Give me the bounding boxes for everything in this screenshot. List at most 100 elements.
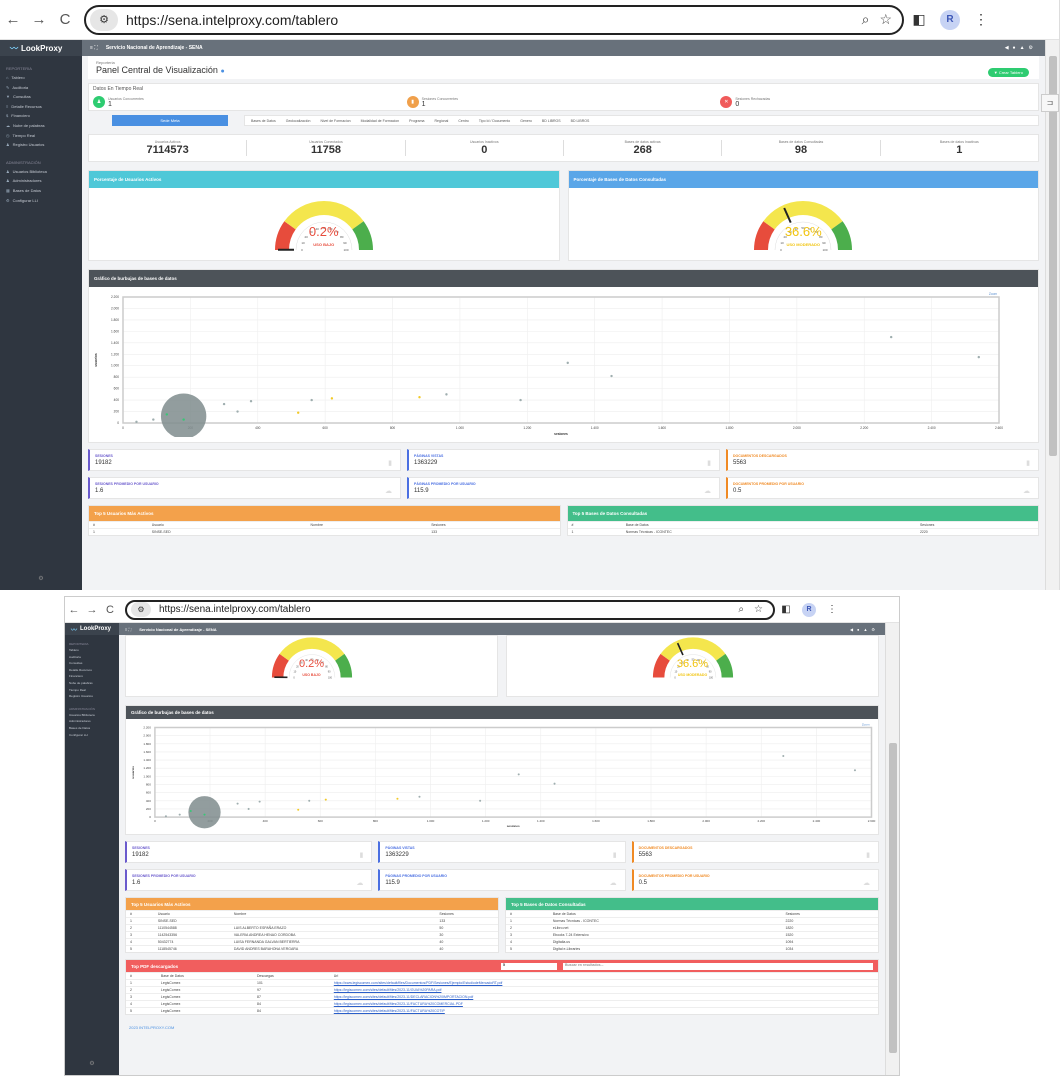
tab-modalidad-formacion[interactable]: Modalidad de Formacion — [361, 119, 400, 123]
bubble-point[interactable] — [324, 798, 327, 801]
back-icon[interactable]: ← — [0, 11, 26, 28]
sidebar-item[interactable]: $ Financiero — [0, 111, 82, 121]
tab-geolocalizacion[interactable]: Geolocalización — [286, 119, 311, 123]
sidebar-item[interactable]: ⚙ Configurar LLI — [0, 196, 82, 206]
sidebar-item[interactable]: Administradores — [65, 718, 119, 725]
bubble-point[interactable] — [164, 815, 167, 818]
bubble-point[interactable] — [182, 418, 185, 421]
bubble-point[interactable] — [853, 769, 856, 772]
sidebar-item[interactable]: Consultas — [65, 660, 119, 667]
brand-logo[interactable]: 〰 LookProxy — [0, 40, 82, 56]
sidebar-item[interactable]: ♟ Usuarios Biblioteca — [0, 167, 82, 177]
sidebar-item[interactable]: ▦ Bases de Datos — [0, 186, 82, 196]
tab-centro[interactable]: Centro — [458, 119, 469, 123]
tab-genero[interactable]: Genero — [520, 119, 532, 123]
sidebar-item[interactable]: ☁ Nube de palabras — [0, 121, 82, 131]
bubble-point[interactable] — [977, 355, 980, 359]
bubble-point[interactable] — [135, 420, 138, 424]
bubble-point[interactable] — [889, 335, 893, 339]
tab-bd-libros-2[interactable]: BD LIBROS — [571, 119, 590, 123]
bubble-point[interactable] — [236, 802, 239, 805]
vertical-scrollbar[interactable] — [885, 623, 899, 1075]
vertical-scrollbar[interactable] — [1045, 40, 1059, 590]
sidebar-item[interactable]: Tablero — [65, 647, 119, 654]
bubble-point[interactable] — [160, 393, 207, 439]
bubble-point[interactable] — [553, 782, 556, 785]
pdf-search-input[interactable]: Buscar en resultados... — [563, 962, 873, 970]
bubble-point[interactable] — [247, 807, 250, 810]
pdf-link[interactable]: https://legiscomex.com/sites/default/fil… — [329, 1007, 878, 1014]
bubble-point[interactable] — [418, 396, 421, 399]
zoom-reset-label[interactable]: Zoom — [862, 723, 870, 727]
bubble-point[interactable] — [782, 754, 785, 758]
menu-icon[interactable]: ≡ ⛶ — [90, 45, 98, 51]
page-size-select[interactable]: 5 — [501, 962, 557, 970]
bubble-point[interactable] — [445, 393, 448, 396]
sidebar-item[interactable]: ≡ Detalle Recursos — [0, 102, 82, 112]
site-settings-icon[interactable]: ⚙ — [131, 602, 151, 617]
bubble-point[interactable] — [249, 400, 253, 403]
sidebar-item[interactable]: Tiempo Real — [65, 687, 119, 694]
sidebar-item[interactable]: ♟ Registro Usuarios — [0, 140, 82, 150]
bubble-point[interactable] — [203, 813, 206, 816]
forward-icon[interactable]: → — [83, 604, 101, 616]
bubble-point[interactable] — [222, 402, 226, 406]
pdf-link[interactable]: https://legiscomex.com/sites/default/fil… — [329, 993, 878, 1001]
bubble-point[interactable] — [566, 361, 569, 365]
tab-regional[interactable]: Regional — [435, 119, 449, 123]
scrollbar-thumb[interactable] — [889, 743, 897, 1053]
address-bar[interactable]: ⚙ https://sena.intelproxy.com/tablero ⌕ … — [84, 4, 904, 35]
reload-icon[interactable]: C — [101, 604, 119, 616]
tab-nivel-formacion[interactable]: Nivel de Formacion — [320, 119, 350, 123]
bubble-point[interactable] — [178, 813, 181, 816]
topbar-icons[interactable]: ◀●▲⚙ — [850, 627, 879, 632]
bubble-point[interactable] — [308, 799, 311, 802]
sidebar-item[interactable]: Auditoria — [65, 654, 119, 661]
address-bar[interactable]: ⚙ https://sena.intelproxy.com/tablero ⌕ … — [125, 599, 775, 620]
kebab-menu-icon[interactable]: ⋮ — [821, 604, 843, 615]
footer-link[interactable]: 2023 INTELPROXY.COM — [125, 1025, 879, 1030]
kebab-menu-icon[interactable]: ⋮ — [966, 11, 996, 28]
bubble-point[interactable] — [610, 374, 613, 378]
sidebar-item[interactable]: Financiero — [65, 673, 119, 680]
star-icon[interactable]: ☆ — [754, 604, 763, 615]
tab-programa[interactable]: Programa — [409, 119, 424, 123]
info-icon[interactable]: ● — [220, 68, 224, 75]
sidepanel-icon[interactable]: ◧ — [775, 604, 797, 615]
sidepanel-icon[interactable]: ◧ — [904, 11, 934, 28]
star-icon[interactable]: ☆ — [879, 11, 892, 28]
settings-gear-icon[interactable]: ⚙ — [0, 575, 82, 582]
menu-icon[interactable]: ≡ ⛶ — [125, 627, 131, 632]
bubble-point[interactable] — [188, 796, 221, 829]
tab-bd-libros[interactable]: BD LIBROS — [542, 119, 561, 123]
forward-icon[interactable]: → — [26, 11, 52, 28]
sidebar-item[interactable]: Detalle Recursos — [65, 667, 119, 674]
bubble-point[interactable] — [152, 418, 155, 421]
bubble-point[interactable] — [165, 413, 168, 416]
bubble-point[interactable] — [189, 809, 192, 813]
profile-avatar[interactable]: R — [940, 9, 960, 30]
scrollbar-thumb[interactable] — [1049, 56, 1057, 456]
reload-icon[interactable]: C — [52, 11, 78, 28]
sidebar-item[interactable]: ✎ Auditoria — [0, 83, 82, 93]
bubble-point[interactable] — [297, 411, 300, 414]
bubble-point[interactable] — [517, 773, 520, 776]
pdf-link[interactable]: https://legiscomex.com/sites/default/fil… — [329, 1000, 878, 1008]
zoom-icon[interactable]: ⌕ — [862, 11, 870, 28]
bubble-point[interactable] — [519, 398, 522, 402]
side-expand-icon[interactable]: ⊐ — [1041, 94, 1059, 112]
tab-sede-meta[interactable]: Sede Meta — [112, 115, 228, 126]
bubble-point[interactable] — [236, 410, 239, 413]
sidebar-item[interactable]: Nube de palabras — [65, 680, 119, 687]
zoom-reset-label[interactable]: Zoom — [989, 292, 997, 296]
tab-bases-de-datos[interactable]: Bases de Datos — [251, 119, 276, 123]
crear-tablero-button[interactable]: ▼ Crear Tablero — [987, 68, 1029, 77]
bubble-point[interactable] — [479, 799, 482, 802]
sidebar-item[interactable]: ⌂ Tablero — [0, 73, 82, 83]
bubble-point[interactable] — [396, 797, 399, 800]
back-icon[interactable]: ← — [65, 604, 83, 616]
settings-gear-icon[interactable]: ⚙ — [65, 1060, 119, 1067]
tab-tipo-documento[interactable]: Tipo Id / Documento — [479, 119, 510, 123]
pdf-link[interactable]: https://legiscomex.com/sites/default/fil… — [329, 986, 878, 994]
pdf-link[interactable]: https://www.legiscomex.com/sites/default… — [329, 979, 878, 987]
